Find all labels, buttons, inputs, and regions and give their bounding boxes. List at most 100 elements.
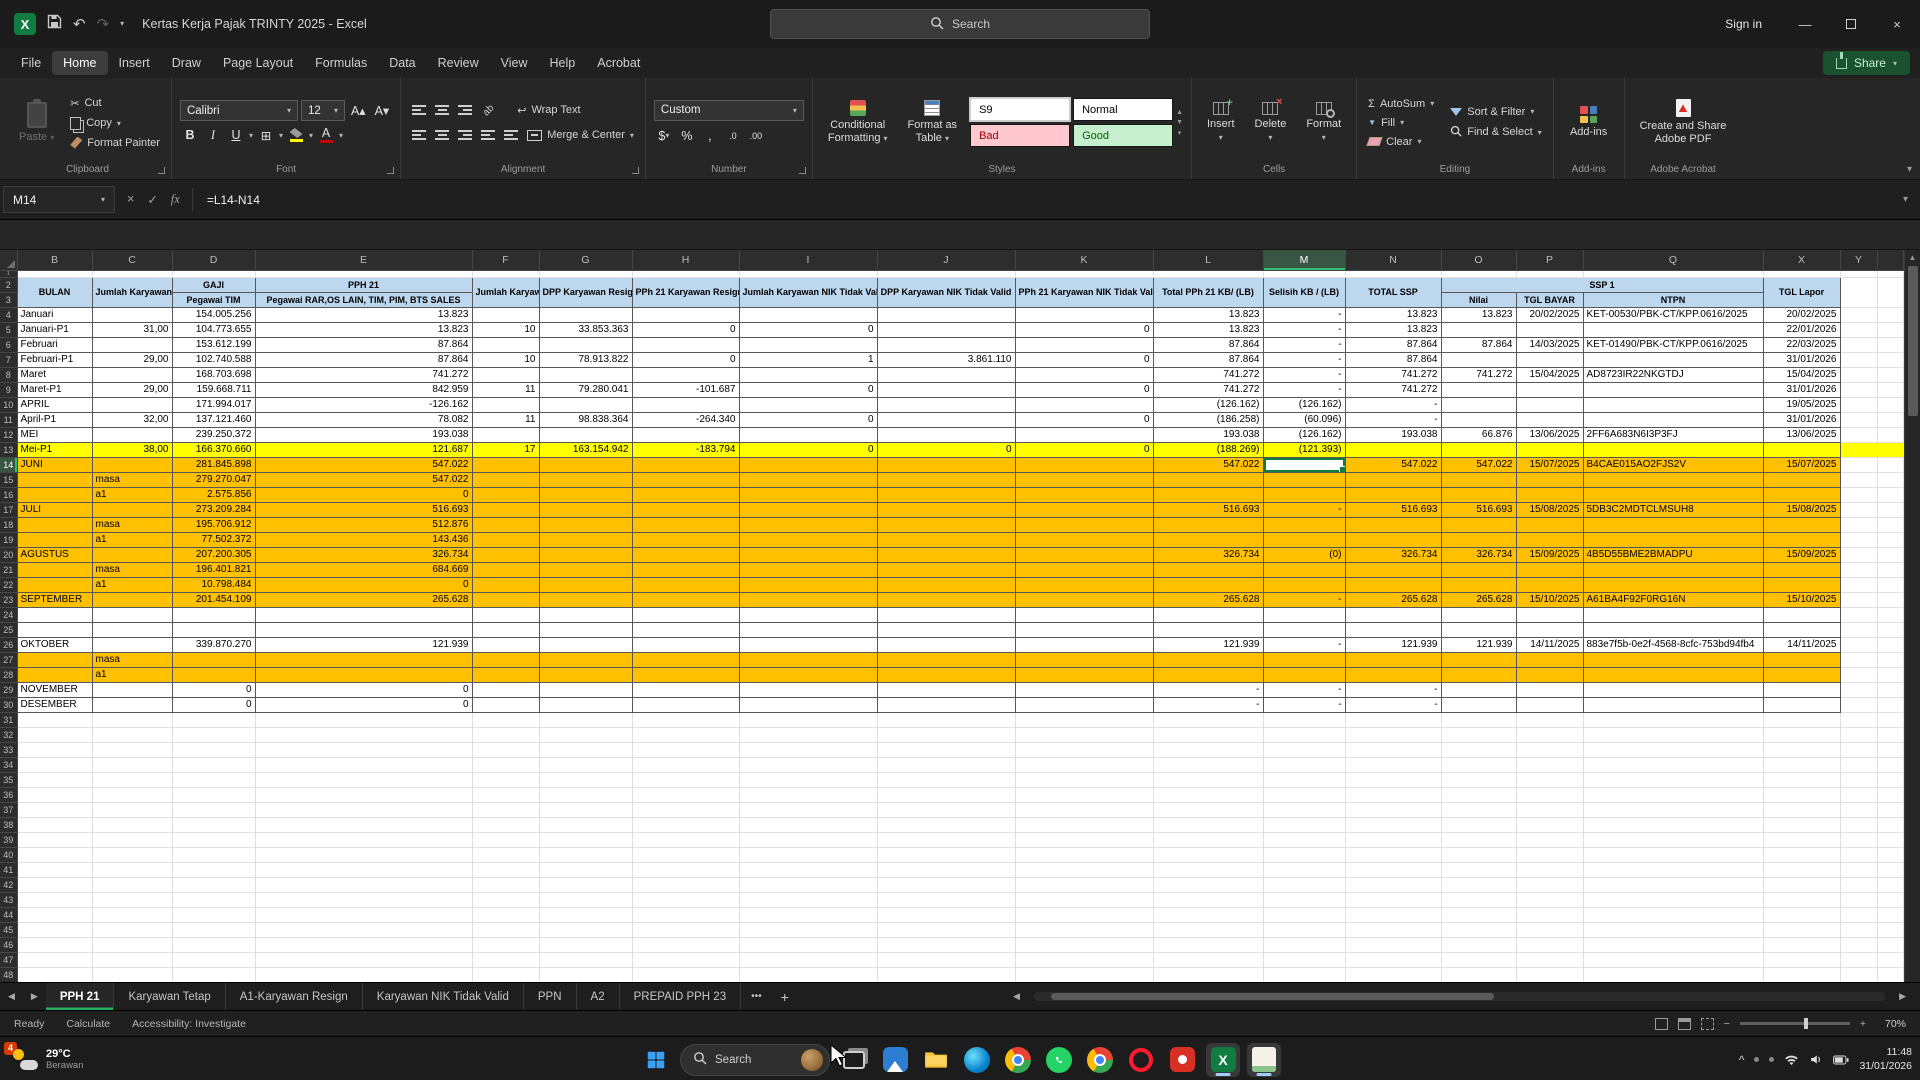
cell-X17[interactable]: 15/08/2025 (1763, 502, 1840, 517)
cell[interactable] (1763, 847, 1840, 862)
cell-O6[interactable]: 87.864 (1441, 337, 1516, 352)
cell-J19[interactable] (877, 532, 1015, 547)
cell[interactable] (1877, 502, 1904, 517)
cell[interactable] (1345, 757, 1441, 772)
cell-L7[interactable]: 87.864 (1153, 352, 1263, 367)
cell[interactable] (1877, 907, 1904, 922)
cell-H4[interactable] (632, 307, 739, 322)
cell-P21[interactable] (1516, 562, 1583, 577)
cell-J20[interactable] (877, 547, 1015, 562)
cell[interactable] (172, 270, 255, 277)
cell-O13[interactable] (1441, 442, 1516, 457)
cell[interactable] (1877, 892, 1904, 907)
row-header-31[interactable]: 31 (0, 712, 17, 727)
row-header-11[interactable]: 11 (0, 412, 17, 427)
cell-F13[interactable]: 17 (472, 442, 539, 457)
cell[interactable] (877, 802, 1015, 817)
cell-J4[interactable] (877, 307, 1015, 322)
cell-K17[interactable] (1015, 502, 1153, 517)
cell[interactable] (472, 772, 539, 787)
cell[interactable] (877, 847, 1015, 862)
cell[interactable] (877, 270, 1015, 277)
cell-F20[interactable] (472, 547, 539, 562)
cell-M26[interactable]: - (1263, 637, 1345, 652)
cell[interactable] (1583, 712, 1763, 727)
cell[interactable] (17, 772, 92, 787)
cell-F28[interactable] (472, 667, 539, 682)
cell[interactable] (1015, 712, 1153, 727)
cell[interactable] (1840, 817, 1877, 832)
cell-style-s9[interactable]: S9 (970, 98, 1070, 121)
select-all-corner[interactable] (0, 250, 17, 270)
cell[interactable] (877, 817, 1015, 832)
cell-K8[interactable] (1015, 367, 1153, 382)
cell[interactable] (1840, 862, 1877, 877)
cell-Y5[interactable] (1840, 322, 1877, 337)
column-header-M[interactable]: M (1263, 250, 1345, 270)
sort-filter-button[interactable]: Sort & Filter ▾ (1447, 104, 1544, 120)
cell[interactable] (1345, 877, 1441, 892)
cell[interactable] (1877, 352, 1904, 367)
cell[interactable] (17, 727, 92, 742)
cell-B21[interactable] (17, 562, 92, 577)
row-header-1[interactable]: 1 (0, 270, 17, 277)
cell-X23[interactable]: 15/10/2025 (1763, 592, 1840, 607)
row-header-4[interactable]: 4 (0, 307, 17, 322)
cell-O21[interactable] (1441, 562, 1516, 577)
cell-F25[interactable] (472, 622, 539, 637)
cell-P25[interactable] (1516, 622, 1583, 637)
cell-B17[interactable]: JULI (17, 502, 92, 517)
cell-O14[interactable]: 547.022 (1441, 457, 1516, 472)
table-header-cell[interactable]: TGL Lapor (1763, 277, 1840, 307)
cell-D27[interactable] (172, 652, 255, 667)
cell-B18[interactable] (17, 517, 92, 532)
cell[interactable] (1153, 937, 1263, 952)
cell-X21[interactable] (1763, 562, 1840, 577)
cell-K20[interactable] (1015, 547, 1153, 562)
cell[interactable] (1441, 937, 1516, 952)
cell-F4[interactable] (472, 307, 539, 322)
cell-C20[interactable] (92, 547, 172, 562)
opera-button[interactable] (1124, 1043, 1158, 1077)
cell-L6[interactable]: 87.864 (1153, 337, 1263, 352)
cell-Y30[interactable] (1840, 697, 1877, 712)
cell[interactable] (1583, 877, 1763, 892)
cell-H6[interactable] (632, 337, 739, 352)
cell-D23[interactable]: 201.454.109 (172, 592, 255, 607)
undo-button[interactable]: ↶ (73, 17, 86, 32)
cell-L5[interactable]: 13.823 (1153, 322, 1263, 337)
cell-H13[interactable]: -183.794 (632, 442, 739, 457)
cell-M11[interactable]: (60.096) (1263, 412, 1345, 427)
cell-H24[interactable] (632, 607, 739, 622)
cell-Q5[interactable] (1583, 322, 1763, 337)
percent-style-button[interactable]: % (677, 126, 697, 146)
cell[interactable] (739, 907, 877, 922)
cell[interactable] (539, 952, 632, 967)
cell[interactable] (739, 892, 877, 907)
cancel-icon[interactable]: × (127, 192, 134, 206)
cell[interactable] (632, 922, 739, 937)
cell-B9[interactable]: Maret-P1 (17, 382, 92, 397)
cell-F11[interactable]: 11 (472, 412, 539, 427)
cell[interactable] (539, 802, 632, 817)
cell-G17[interactable] (539, 502, 632, 517)
cell[interactable] (1153, 952, 1263, 967)
normal-view-button[interactable] (1655, 1018, 1668, 1030)
gallery-down-icon[interactable]: ▼ (1176, 119, 1183, 126)
cell[interactable] (1516, 952, 1583, 967)
cell-D15[interactable]: 279.270.047 (172, 472, 255, 487)
cell[interactable] (877, 922, 1015, 937)
cell-P24[interactable] (1516, 607, 1583, 622)
cell-Y23[interactable] (1840, 592, 1877, 607)
cell-P19[interactable] (1516, 532, 1583, 547)
cell[interactable] (1583, 757, 1763, 772)
cell[interactable] (1583, 967, 1763, 982)
cell-J23[interactable] (877, 592, 1015, 607)
scroll-up-icon[interactable]: ▲ (1909, 253, 1917, 262)
cell-K12[interactable] (1015, 427, 1153, 442)
sheet-nav-left-icon[interactable]: ◀ (0, 991, 23, 1002)
cell[interactable] (632, 937, 739, 952)
cell[interactable] (1153, 922, 1263, 937)
menu-tab-page-layout[interactable]: Page Layout (212, 51, 304, 75)
row-header-27[interactable]: 27 (0, 652, 17, 667)
